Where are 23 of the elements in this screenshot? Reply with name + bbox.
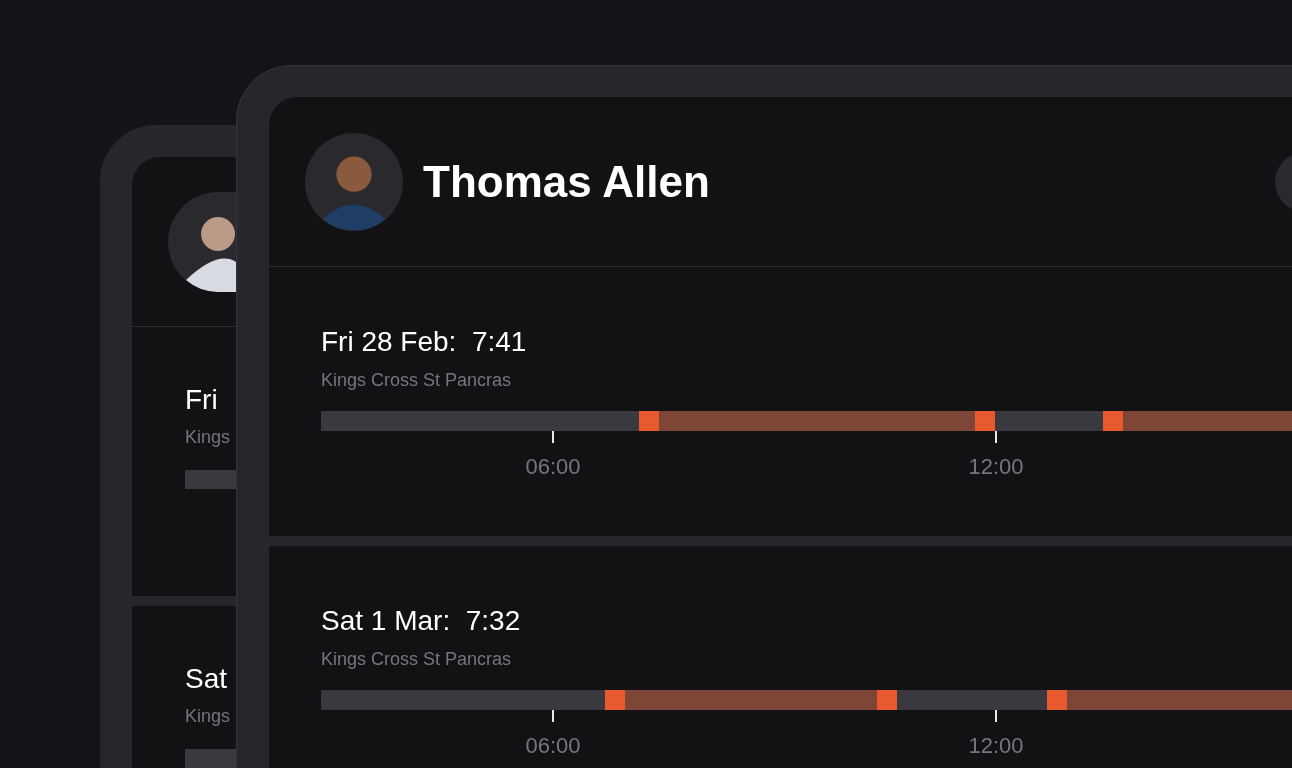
tick-mark <box>552 710 554 722</box>
timeline-marker <box>1103 411 1123 431</box>
tick-mark <box>995 431 997 443</box>
person-name: Thomas Allen <box>423 155 710 208</box>
timeline-marker <box>877 690 897 710</box>
station-name: Kings <box>185 426 231 449</box>
time-label: 12:00 <box>968 733 1024 759</box>
day-title: Sat <box>185 662 229 696</box>
timeline-marker <box>605 690 625 710</box>
day-title: Fri <box>185 383 219 417</box>
station-name: Kings Cross St Pancras <box>321 369 512 392</box>
day-title: Fri 28 Feb: 7:41 <box>321 325 527 359</box>
timeline-marker <box>975 411 995 431</box>
station-name: Kings <box>185 705 231 728</box>
timeline-marker <box>639 411 659 431</box>
station-name: Kings Cross St Pancras <box>321 648 512 671</box>
tick-mark <box>995 710 997 722</box>
time-label: 06:00 <box>525 733 581 759</box>
time-label: 12:00 <box>968 454 1024 480</box>
day-title: Sat 1 Mar: 7:32 <box>321 604 521 638</box>
time-label: 06:00 <box>525 454 581 480</box>
tick-mark <box>552 431 554 443</box>
timeline-marker <box>1047 690 1067 710</box>
